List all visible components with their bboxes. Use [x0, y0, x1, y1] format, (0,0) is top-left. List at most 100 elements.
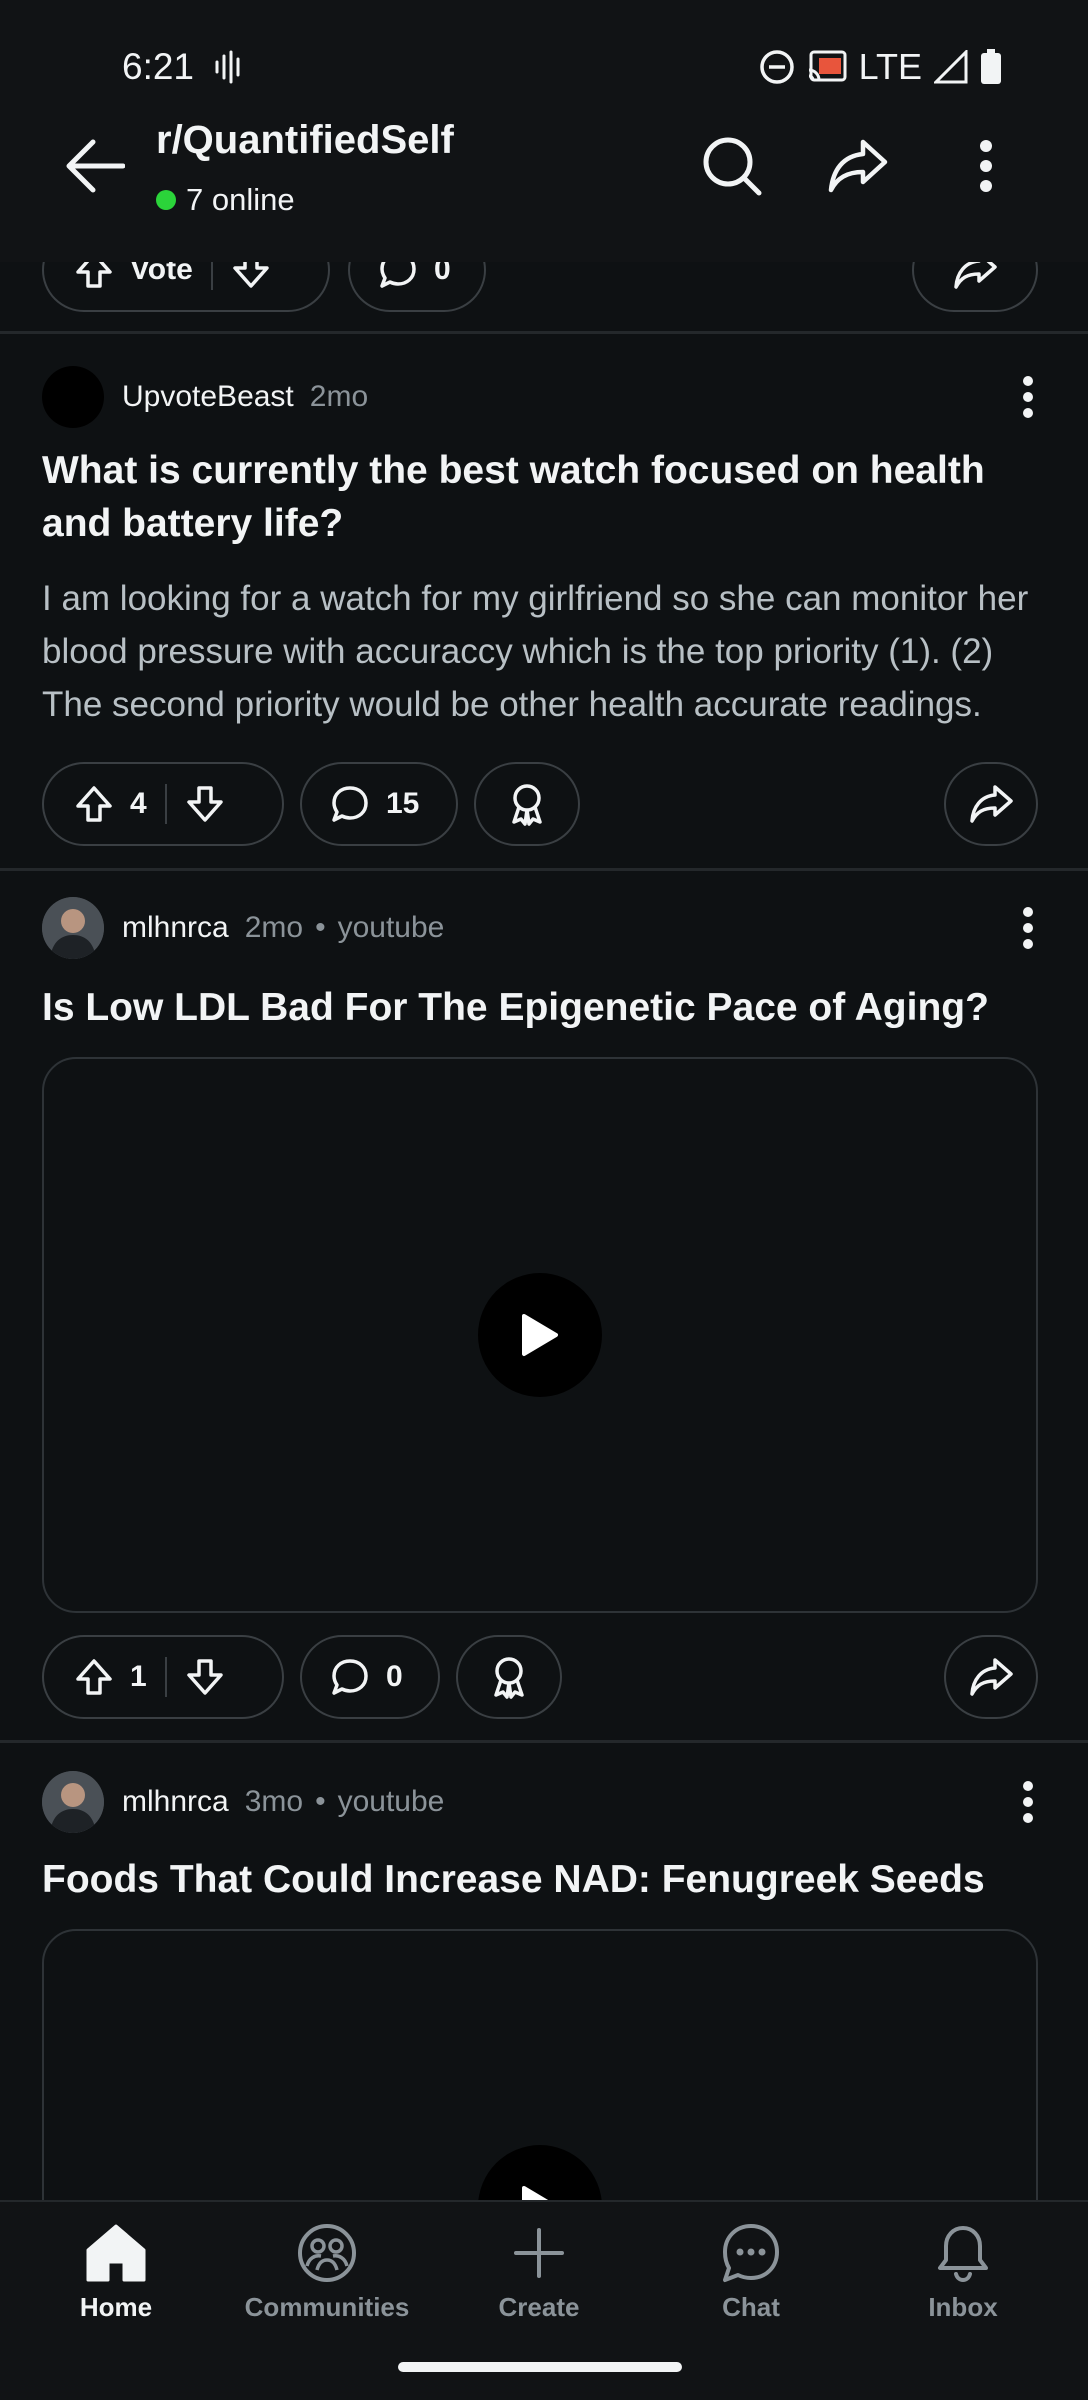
share-icon [970, 785, 1013, 823]
comments-pill[interactable]: 15 [300, 762, 458, 846]
post-title[interactable]: What is currently the best watch focused… [42, 444, 1052, 550]
post-card[interactable]: UpvoteBeast 2mo What is currently the be… [0, 334, 1088, 868]
status-icons: LTE [759, 46, 1002, 88]
subreddit-title[interactable]: r/QuantifiedSelf [156, 118, 454, 163]
share-icon [828, 139, 888, 193]
arrow-left-icon [66, 139, 125, 193]
nav-inbox-label: Inbox [928, 2292, 998, 2322]
vote-pill[interactable]: 4 [42, 762, 284, 846]
award-icon [512, 784, 542, 826]
search-button[interactable] [692, 126, 772, 206]
communities-icon [298, 2224, 356, 2282]
comments-pill[interactable]: 0 [300, 1635, 440, 1719]
post-meta: mlhnrca 3mo • youtube [42, 1771, 444, 1833]
post-more-button[interactable] [998, 362, 1058, 432]
nav-create[interactable]: Create [449, 2222, 629, 2323]
post-card[interactable]: mlhnrca 2mo • youtube Is Low LDL Bad For… [0, 871, 1088, 1741]
post-age: 2mo [309, 380, 369, 413]
avatar-portrait-icon [42, 1771, 104, 1833]
more-vertical-icon [980, 140, 992, 192]
network-type: LTE [858, 46, 922, 87]
meta-separator: • [315, 1785, 326, 1818]
downvote-icon [186, 1659, 223, 1695]
play-icon [522, 2186, 549, 2200]
vote-separator [164, 1657, 167, 1697]
bell-icon [938, 2226, 988, 2283]
video-player[interactable] [42, 1057, 1038, 1613]
upvote-icon [76, 1659, 112, 1695]
post-card[interactable]: mlhnrca 3mo • youtube Foods That Could I… [0, 1743, 1088, 2200]
plus-icon [514, 2228, 564, 2278]
post-author[interactable]: mlhnrca [122, 1785, 229, 1819]
home-icon [86, 2224, 146, 2282]
meta-separator: • [315, 911, 326, 944]
award-icon [494, 1657, 524, 1699]
post-domain[interactable]: youtube [338, 911, 445, 945]
nav-home-label: Home [79, 2292, 153, 2322]
nav-home[interactable]: Home [26, 2222, 206, 2323]
status-time: 6:21 [122, 46, 195, 87]
downvote-icon [186, 786, 223, 822]
search-icon [703, 137, 762, 196]
award-pill[interactable] [474, 762, 580, 846]
cast-icon [807, 50, 847, 84]
post-body[interactable]: I am looking for a watch for my girlfrie… [42, 572, 1052, 731]
comment-icon [332, 786, 368, 822]
avatar[interactable] [42, 1771, 104, 1833]
nav-chat-label: Chat [722, 2292, 780, 2322]
post-title[interactable]: Foods That Could Increase NAD: Fenugreek… [42, 1853, 1052, 1906]
nav-communities[interactable]: Communities [237, 2222, 417, 2323]
online-status: 7 online [156, 182, 295, 218]
comment-count: 15 [386, 787, 420, 820]
post-age: 2mo [244, 911, 304, 944]
battery-icon [980, 49, 1002, 85]
more-options-button[interactable] [946, 126, 1026, 206]
home-indicator[interactable] [398, 2362, 682, 2372]
post-more-button[interactable] [998, 893, 1058, 963]
post-more-button[interactable] [998, 1767, 1058, 1837]
vote-count: 1 [130, 1660, 147, 1693]
vote-pill[interactable]: 1 [42, 1635, 284, 1719]
nav-chat[interactable]: Chat [661, 2222, 841, 2323]
status-bar: 6:21 LTE [0, 0, 1088, 130]
share-icon [970, 1658, 1013, 1696]
post-domain[interactable]: youtube [338, 1785, 445, 1819]
comment-count: 0 [386, 1660, 403, 1693]
play-button[interactable] [478, 2145, 602, 2200]
more-vertical-icon [1023, 907, 1033, 949]
post-actions: 1 0 [0, 1635, 1088, 1721]
avatar-portrait-icon [42, 897, 104, 959]
award-pill[interactable] [456, 1635, 562, 1719]
post-age: 3mo [244, 1785, 304, 1818]
vote-separator [164, 784, 167, 824]
post-actions: 4 15 [0, 762, 1088, 848]
play-button[interactable] [478, 1273, 602, 1397]
video-player[interactable] [42, 1929, 1038, 2200]
back-button[interactable] [58, 126, 132, 206]
post-meta: UpvoteBeast 2mo [42, 366, 368, 428]
play-icon [522, 1314, 558, 1356]
online-count: 7 online [186, 182, 295, 217]
more-vertical-icon [1023, 376, 1033, 418]
post-meta: mlhnrca 2mo • youtube [42, 897, 444, 959]
vibrate-icon [214, 50, 244, 84]
online-dot [156, 190, 176, 210]
nav-communities-label: Communities [244, 2292, 410, 2322]
post-author[interactable]: mlhnrca [122, 911, 229, 945]
post-author[interactable]: UpvoteBeast [122, 380, 294, 414]
nav-inbox[interactable]: Inbox [873, 2222, 1053, 2323]
share-pill[interactable] [944, 762, 1038, 846]
post-title[interactable]: Is Low LDL Bad For The Epigenetic Pace o… [42, 981, 1052, 1034]
signal-icon [934, 50, 968, 84]
upvote-icon [76, 786, 112, 822]
vote-count: 4 [130, 787, 147, 820]
chat-icon [723, 2224, 779, 2282]
more-vertical-icon [1023, 1781, 1033, 1823]
share-button[interactable] [818, 126, 898, 206]
nav-create-label: Create [498, 2292, 580, 2322]
avatar[interactable] [42, 366, 104, 428]
avatar[interactable] [42, 897, 104, 959]
comment-icon [332, 1659, 368, 1695]
do-not-disturb-icon [759, 49, 795, 85]
share-pill[interactable] [944, 1635, 1038, 1719]
